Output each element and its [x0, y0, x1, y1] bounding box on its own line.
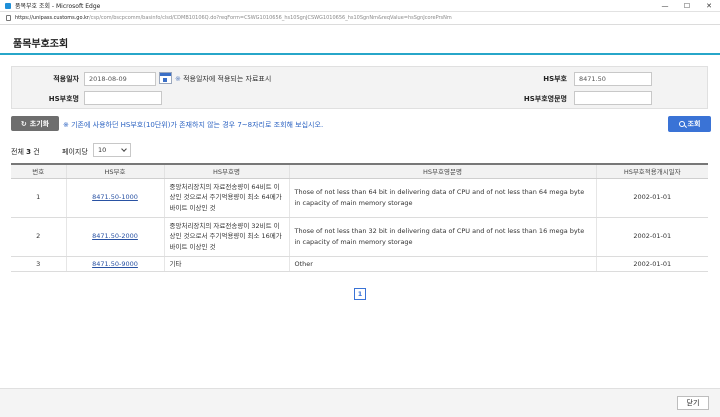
- page-number-current[interactable]: 1: [354, 288, 366, 300]
- address-bar[interactable]: https://unipass.customs.go.kr/csp/com/bs…: [0, 12, 720, 25]
- per-page-value: 10: [98, 146, 107, 154]
- hs-name-cell: 기타: [163, 256, 289, 272]
- apply-date-label: 적용일자: [53, 75, 79, 83]
- refresh-icon: ↻: [20, 119, 27, 128]
- apply-date-note: ※ 적용일자에 적용되는 자료표시: [175, 74, 271, 84]
- row-number: 1: [11, 178, 66, 218]
- start-date-cell: 2002-01-01: [595, 217, 708, 257]
- column-header: 번호: [11, 163, 66, 179]
- url-path: /csp/com/bscpcomm/basinfo/clsd/CDMB10106…: [88, 15, 452, 21]
- hs-code-cell: 8471.50-2000: [65, 217, 164, 257]
- per-page-select[interactable]: 10: [93, 143, 131, 157]
- minimize-button[interactable]: —: [654, 0, 676, 12]
- table-row: 1 8471.50-1000 중앙처리장치의 자료전송량이 64비트 이상인 것…: [11, 178, 708, 218]
- app-icon: [5, 2, 11, 9]
- close-button[interactable]: 닫기: [677, 396, 709, 410]
- hs-code-link[interactable]: 8471.50-1000: [92, 193, 138, 201]
- results-table: 번호 HS부호 HS부호명 HS부호영문명 HS부호적용개시일자 1 8471.…: [11, 163, 708, 272]
- start-date-cell: 2002-01-01: [595, 256, 708, 272]
- row-number: 3: [11, 256, 66, 272]
- calendar-icon-header: [160, 73, 171, 76]
- column-header: HS부호: [65, 163, 164, 179]
- search-hint: ※ 기존에 사용하던 HS부호(10단위)가 존재하지 않는 경우 7~8자리로…: [63, 121, 324, 129]
- chevron-down-icon: [121, 146, 127, 152]
- hs-code-link[interactable]: 8471.50-9000: [92, 260, 138, 268]
- hs-eng-name-cell: Other: [288, 256, 596, 272]
- search-button[interactable]: 조회: [668, 116, 711, 132]
- hs-code-cell: 8471.50-9000: [65, 256, 164, 272]
- column-header: HS부호적용개시일자: [595, 163, 708, 179]
- footer-bar: [0, 388, 720, 417]
- column-header: HS부호영문명: [288, 163, 596, 179]
- per-page-label: 페이지당: [62, 148, 88, 156]
- calendar-icon-day: [163, 78, 167, 82]
- page-title: 품목부호조회: [13, 39, 69, 50]
- total-suffix: 건: [33, 148, 40, 156]
- reset-button[interactable]: ↻ 초기화: [11, 116, 59, 131]
- calendar-icon[interactable]: [159, 72, 172, 84]
- note-text: 적용일자에 적용되는 자료표시: [183, 75, 272, 83]
- hs-eng-name-cell: Those of not less than 64 bit in deliver…: [288, 178, 596, 218]
- hs-name-cell: 중앙처리장치의 자료전송량이 32비트 이상인 것으로서 주기억용량이 최소 1…: [163, 217, 289, 257]
- note-mark: ※: [175, 75, 181, 83]
- total-prefix: 전체: [11, 148, 24, 156]
- hs-name-input[interactable]: [84, 91, 162, 105]
- hs-name-cell: 중앙처리장치의 자료전송량이 64비트 이상인 것으로서 주기억용량이 최소 6…: [163, 178, 289, 218]
- hs-code-link[interactable]: 8471.50-2000: [92, 232, 138, 240]
- start-date-cell: 2002-01-01: [595, 178, 708, 218]
- search-icon: [678, 121, 685, 127]
- hs-name-label: HS부호명: [48, 95, 79, 103]
- total-count-value: 3: [26, 148, 31, 156]
- page-header: 품목부호조회: [0, 25, 720, 55]
- table-header-row: 번호 HS부호 HS부호명 HS부호영문명 HS부호적용개시일자: [11, 163, 708, 179]
- hs-eng-name-label: HS부호영문명: [523, 95, 567, 103]
- hs-eng-name-input[interactable]: [574, 91, 652, 105]
- maximize-button[interactable]: ☐: [676, 0, 698, 12]
- hs-code-input[interactable]: 8471.50: [574, 72, 652, 86]
- hs-code-label: HS부호: [543, 75, 567, 83]
- reset-button-label: 초기화: [29, 119, 50, 128]
- table-row: 2 8471.50-2000 중앙처리장치의 자료전송량이 32비트 이상인 것…: [11, 217, 708, 257]
- hs-code-cell: 8471.50-1000: [65, 178, 164, 218]
- close-window-button[interactable]: ✕: [698, 0, 720, 12]
- search-button-label: 조회: [687, 120, 701, 128]
- row-number: 2: [11, 217, 66, 257]
- window-titlebar: 품목부호 조회 - Microsoft Edge — ☐ ✕: [0, 0, 720, 12]
- hs-eng-name-cell: Those of not less than 32 bit in deliver…: [288, 217, 596, 257]
- apply-date-input[interactable]: 2018-08-09: [84, 72, 156, 86]
- window-title: 품목부호 조회 - Microsoft Edge: [15, 3, 101, 10]
- total-count: 전체 3 건: [11, 147, 40, 157]
- table-row: 3 8471.50-9000 기타 Other 2002-01-01: [11, 256, 708, 272]
- url-text[interactable]: https://unipass.customs.go.kr/csp/com/bs…: [15, 15, 452, 21]
- url-host: https://unipass.customs.go.kr: [15, 15, 89, 21]
- lock-icon: [6, 15, 11, 21]
- column-header: HS부호명: [163, 163, 289, 179]
